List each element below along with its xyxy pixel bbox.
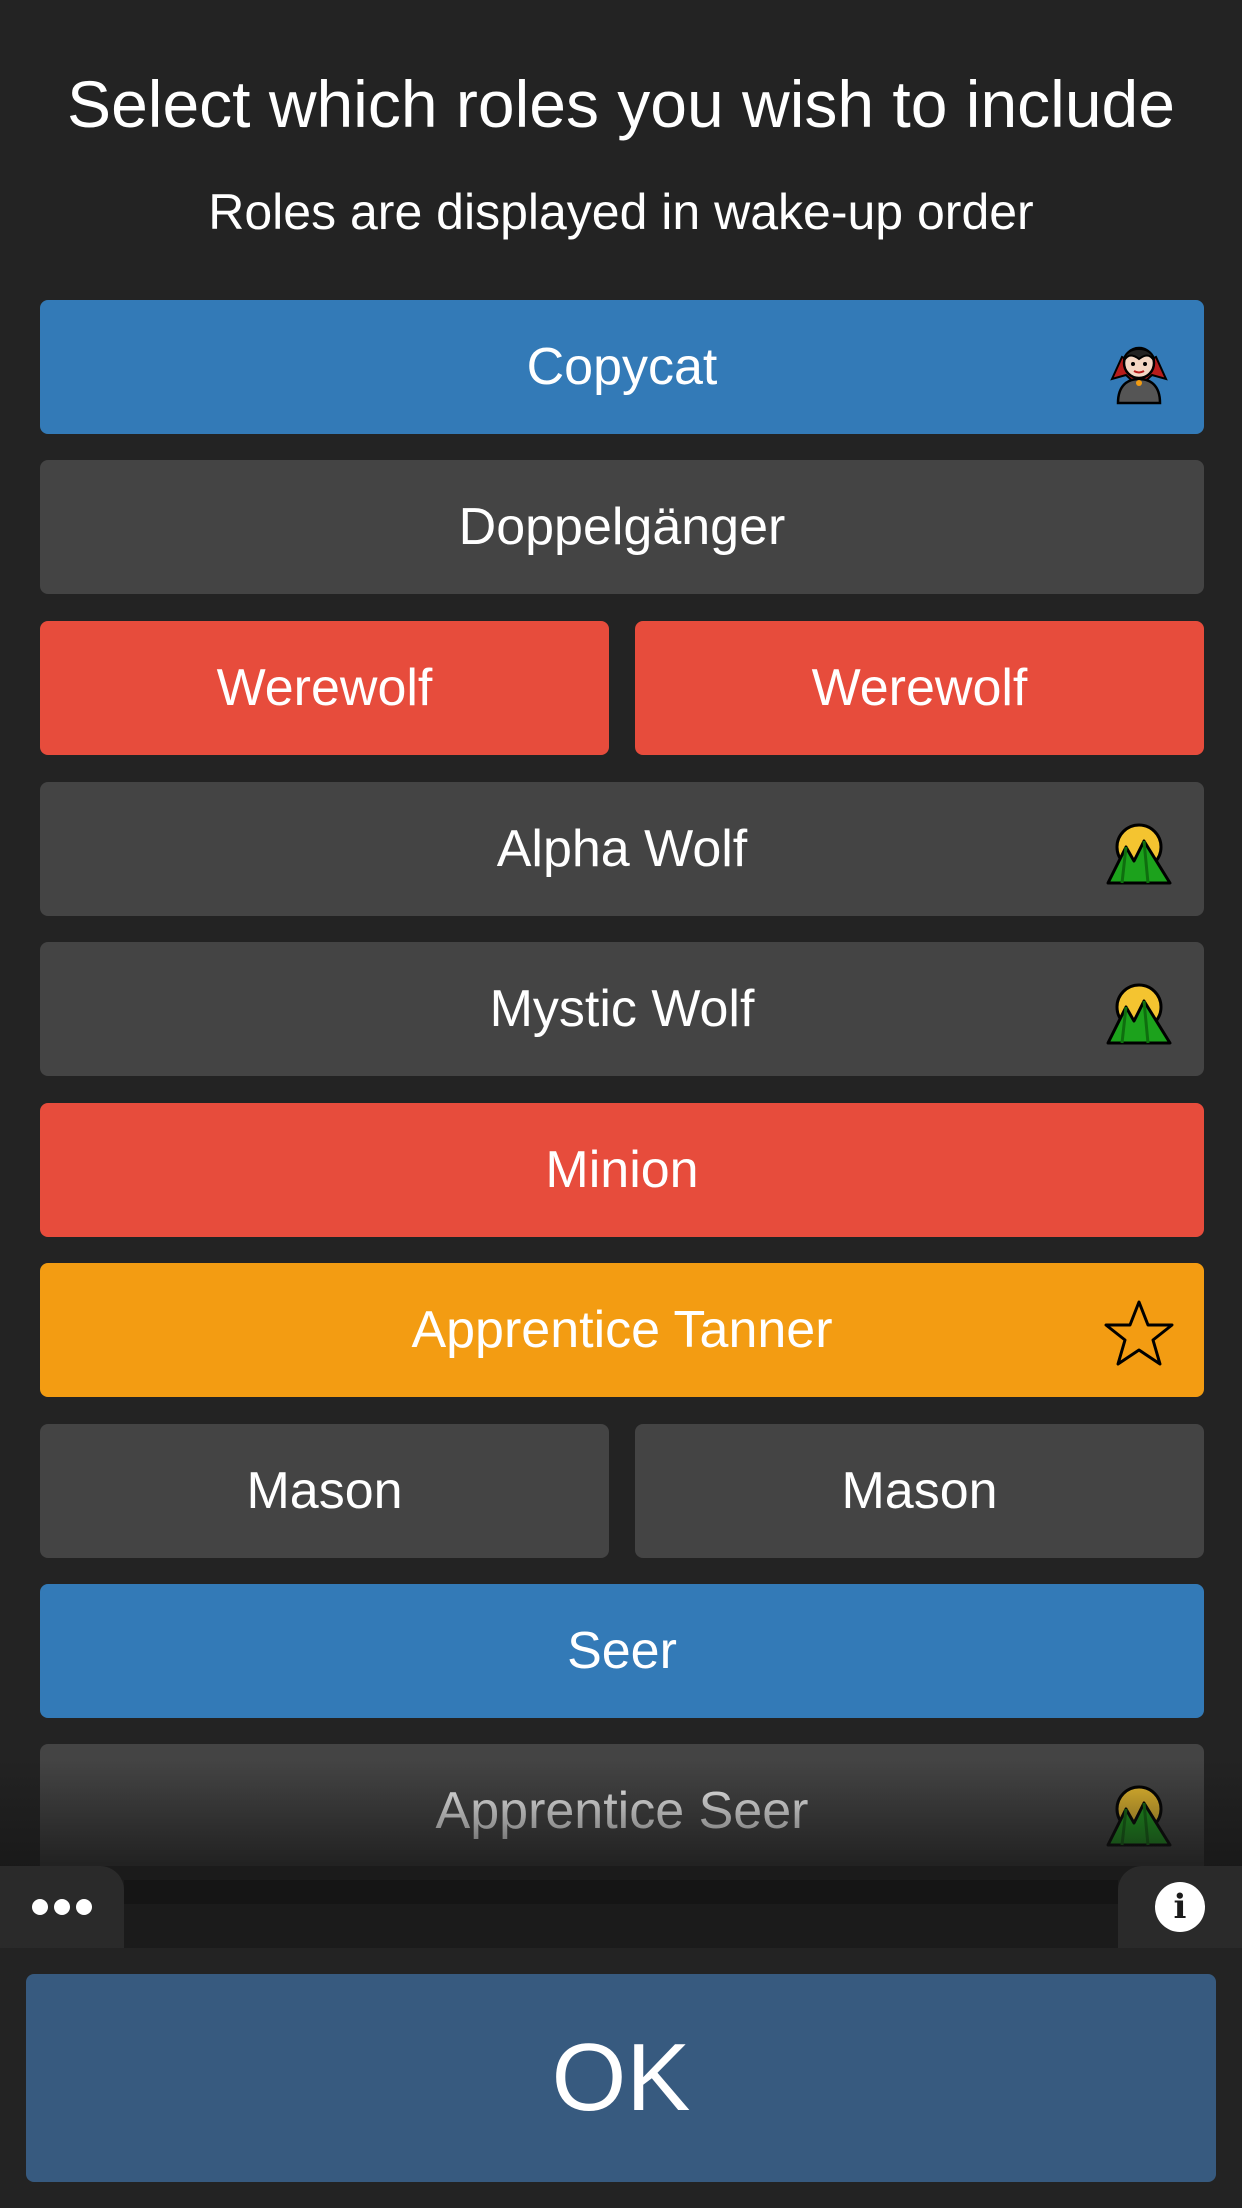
role-label: Seer [567, 1622, 677, 1680]
role-button-mystic-wolf[interactable]: Mystic Wolf [40, 942, 1204, 1076]
info-icon: i [1155, 1882, 1205, 1932]
role-button-werewolf-1[interactable]: Werewolf [40, 621, 609, 755]
page-subtitle: Roles are displayed in wake-up order [208, 184, 1034, 240]
vampire-icon [1104, 335, 1174, 405]
role-button-apprentice-tanner[interactable]: Apprentice Tanner [40, 1263, 1204, 1397]
role-button-doppelganger[interactable]: Doppelgänger [40, 460, 1204, 594]
info-button[interactable]: i [1118, 1866, 1242, 1948]
ok-label: OK [551, 2024, 691, 2131]
daybreak-icon [1104, 977, 1174, 1047]
role-button-minion[interactable]: Minion [40, 1103, 1204, 1237]
role-button-copycat[interactable]: Copycat [40, 300, 1204, 434]
ok-button[interactable]: OK [26, 1974, 1216, 2182]
star-icon [1104, 1298, 1174, 1368]
role-button-mason-2[interactable]: Mason [635, 1424, 1204, 1558]
daybreak-icon [1104, 1779, 1174, 1849]
bottom-toolbar [0, 1866, 1242, 1948]
role-label: Minion [545, 1141, 699, 1199]
role-label: Mystic Wolf [489, 980, 755, 1038]
role-label: Werewolf [811, 659, 1028, 717]
role-label: Copycat [526, 338, 718, 396]
role-button-alpha-wolf[interactable]: Alpha Wolf [40, 782, 1204, 916]
role-button-mason-1[interactable]: Mason [40, 1424, 609, 1558]
role-label: Doppelgänger [458, 498, 786, 556]
daybreak-icon [1104, 817, 1174, 887]
role-label: Werewolf [216, 659, 433, 717]
role-label: Mason [246, 1462, 403, 1520]
role-button-apprentice-seer[interactable]: Apprentice Seer [40, 1744, 1204, 1878]
role-label: Alpha Wolf [496, 820, 748, 878]
more-button[interactable] [0, 1866, 124, 1948]
toolbar-scroll-track[interactable] [124, 1880, 1118, 1904]
role-button-seer[interactable]: Seer [40, 1584, 1204, 1718]
role-button-werewolf-2[interactable]: Werewolf [635, 621, 1204, 755]
more-dots-icon [32, 1899, 92, 1915]
page-title: Select which roles you wish to include [67, 67, 1175, 141]
role-selection-screen: Select which roles you wish to include R… [0, 0, 1242, 2208]
role-label: Mason [841, 1462, 998, 1520]
role-label: Apprentice Seer [435, 1782, 809, 1840]
role-label: Apprentice Tanner [411, 1301, 833, 1359]
